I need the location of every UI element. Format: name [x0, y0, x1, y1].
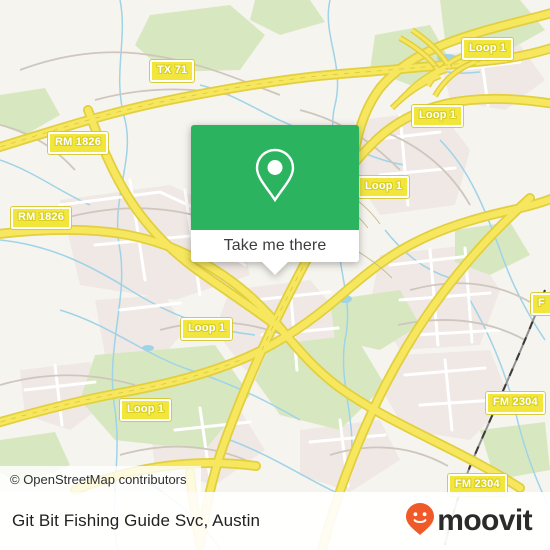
- road-shield-loop-1-c: Loop 1: [358, 176, 410, 198]
- take-me-there-label: Take me there: [223, 237, 327, 254]
- map-screenshot: TX 71 Loop 1 Loop 1 RM 1826 Loop 1 RM 18…: [0, 0, 550, 550]
- road-shield-tx-71: TX 71: [150, 60, 195, 82]
- road-shield-loop-1-e: Loop 1: [120, 399, 172, 421]
- road-shield-loop-1-d: Loop 1: [181, 318, 233, 340]
- attribution-text: © OpenStreetMap contributors: [10, 471, 187, 487]
- location-popup-card[interactable]: Take me there: [191, 125, 359, 275]
- map-pin-icon: [252, 145, 298, 210]
- road-shield-fm-2304-a: FM 2304: [486, 392, 545, 414]
- popup-tail-pointer: [262, 262, 288, 275]
- road-shield-rm-1826-a: RM 1826: [48, 132, 109, 154]
- place-title: Git Bit Fishing Guide Svc, Austin: [12, 511, 261, 530]
- road-shield-fm-partial: F: [531, 293, 550, 315]
- bottom-info-bar: Git Bit Fishing Guide Svc, Austin moovit: [0, 492, 550, 550]
- moovit-wordmark: moovit: [437, 504, 532, 537]
- road-shield-loop-1-b: Loop 1: [412, 105, 464, 127]
- moovit-smiley-pin-icon: [405, 502, 435, 541]
- map-attribution[interactable]: © OpenStreetMap contributors: [0, 466, 201, 492]
- popup-image-panel: [191, 125, 359, 230]
- popup-action-bar[interactable]: Take me there: [191, 230, 359, 275]
- moovit-logo[interactable]: moovit: [405, 502, 533, 541]
- road-shield-rm-1826-b: RM 1826: [11, 207, 72, 229]
- road-shield-loop-1-a: Loop 1: [462, 38, 514, 60]
